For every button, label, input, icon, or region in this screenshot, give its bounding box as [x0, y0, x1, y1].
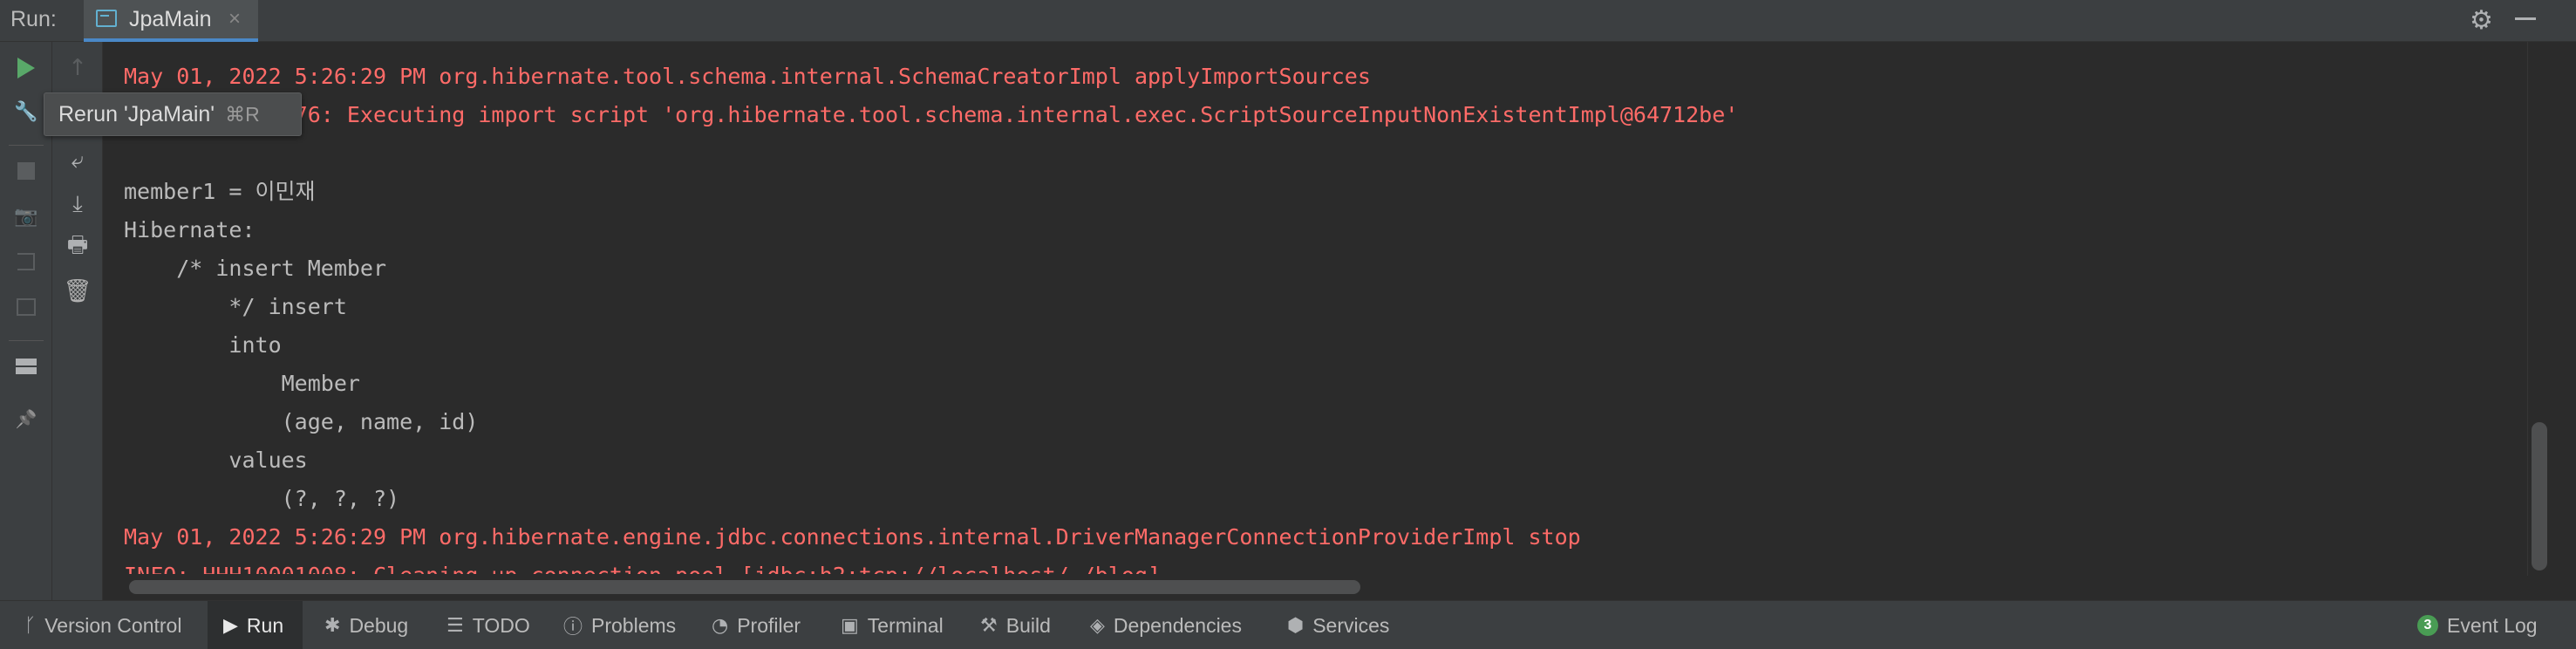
camera-icon: 📷: [14, 205, 38, 228]
soft-wrap-button[interactable]: ⤶: [60, 143, 95, 178]
dump-threads-button[interactable]: 📷: [9, 199, 44, 234]
profiler-icon: ◔: [712, 614, 729, 637]
info-icon: ⓘ: [563, 617, 583, 639]
tab-terminal[interactable]: ▣ Terminal: [841, 601, 944, 649]
terminal-icon: ▣: [841, 614, 859, 637]
run-tool-window-header: Run: JpaMain × ⚙: [0, 0, 2576, 42]
tab-label: Version Control: [44, 613, 182, 637]
toolbar-divider: [9, 340, 44, 341]
event-count-badge: 3: [2417, 615, 2438, 636]
tab-label: Dependencies: [1113, 613, 1242, 637]
tab-label: Profiler: [737, 613, 801, 637]
tool-window-bar: ᚴ Version Control ▶ Run ✱ Debug ☰ TODO ⓘ…: [0, 600, 2576, 649]
console-icon: [96, 10, 117, 27]
tab-label: Event Log: [2447, 613, 2538, 637]
tab-label: Services: [1312, 613, 1390, 637]
play-icon: [17, 58, 35, 79]
soft-wrap-icon: ⤶: [71, 147, 85, 174]
previous-occurrence-button[interactable]: ↑: [60, 51, 95, 85]
modify-run-configuration-button[interactable]: 🔧: [9, 94, 44, 129]
clear-all-button[interactable]: 🗑: [60, 274, 95, 309]
tab-todo[interactable]: ☰ TODO: [446, 601, 530, 649]
branch-icon: ᚴ: [24, 614, 37, 637]
toolbar-divider: [9, 145, 44, 146]
tab-version-control[interactable]: ᚴ Version Control: [24, 601, 181, 649]
tab-label: TODO: [472, 613, 530, 637]
console-line: INFO: HHH10001008: Cleaning up connectio…: [124, 557, 1161, 574]
pin-tab-button[interactable]: 📌: [9, 401, 44, 436]
stop-icon: [17, 162, 35, 180]
trash-icon: 🗑: [63, 278, 92, 304]
rerun-tooltip: Rerun 'JpaMain' ⌘R: [44, 92, 302, 136]
console-output[interactable]: May 01, 2022 5:26:29 PM org.hibernate.to…: [103, 42, 2527, 574]
tab-services[interactable]: ⬢ Services: [1287, 601, 1389, 649]
rerun-button[interactable]: [9, 51, 44, 85]
tab-run[interactable]: ▶ Run: [208, 601, 303, 649]
console-line: May 01, 2022 5:26:29 PM org.hibernate.to…: [124, 64, 1371, 89]
tab-label: Debug: [349, 613, 409, 637]
console-line: member1 = 이민재: [124, 179, 316, 204]
tab-label: Terminal: [867, 613, 944, 637]
tab-event-log[interactable]: 3 Event Log: [2417, 601, 2538, 649]
grid-icon: [16, 359, 37, 374]
stop-button[interactable]: [9, 154, 44, 188]
tab-profiler[interactable]: ◔ Profiler: [712, 601, 801, 649]
tooltip-text: Rerun 'JpaMain': [58, 101, 215, 126]
tab-label: Build: [1005, 613, 1051, 637]
minimize-icon[interactable]: [2515, 17, 2536, 20]
console-line: (?, ?, ?): [124, 486, 400, 511]
run-label: Run:: [10, 7, 57, 31]
console-line: INFO: HHH000476: Executing import script…: [124, 102, 1739, 127]
console-line: Member: [124, 371, 360, 396]
layout-settings-button[interactable]: [9, 349, 44, 384]
exit-button[interactable]: [9, 244, 44, 279]
tab-jpamain[interactable]: JpaMain ×: [84, 0, 258, 42]
horizontal-scrollbar-thumb[interactable]: [129, 580, 1360, 594]
tooltip-shortcut: ⌘R: [225, 102, 260, 126]
tab-problems[interactable]: ⓘ Problems: [563, 601, 676, 649]
close-icon[interactable]: ×: [228, 7, 241, 31]
list-icon: ☰: [446, 614, 464, 637]
hammer-icon: ⚒: [980, 614, 998, 637]
console-line: into: [124, 332, 282, 358]
scroll-to-end-icon: ⤓: [72, 190, 83, 217]
gear-icon[interactable]: ⚙: [2470, 5, 2493, 36]
restore-layout-button[interactable]: [9, 290, 44, 324]
tab-dependencies[interactable]: ◈ Dependencies: [1090, 601, 1242, 649]
scroll-to-end-button[interactable]: ⤓: [60, 187, 95, 222]
tab-label: Problems: [591, 613, 677, 637]
exit-icon: [17, 253, 35, 270]
console-line: Hibernate:: [124, 217, 256, 243]
console-line: (age, name, id): [124, 409, 479, 434]
print-button[interactable]: 🖶: [60, 230, 95, 265]
tab-label: Run: [246, 613, 284, 637]
tab-debug[interactable]: ✱ Debug: [324, 601, 408, 649]
layers-icon: ◈: [1090, 614, 1105, 637]
wrench-icon: 🔧: [14, 100, 38, 123]
console-line: May 01, 2022 5:26:29 PM org.hibernate.en…: [124, 524, 1581, 550]
layout-icon: [17, 298, 36, 316]
tab-build[interactable]: ⚒ Build: [980, 601, 1051, 649]
play-icon: ▶: [223, 614, 238, 637]
console-line: */ insert: [124, 294, 347, 319]
print-icon: 🖶: [66, 232, 89, 258]
services-icon: ⬢: [1287, 614, 1305, 637]
vertical-scrollbar-thumb[interactable]: [2532, 422, 2547, 570]
tab-title: JpaMain: [129, 7, 212, 31]
bug-icon: ✱: [324, 614, 341, 637]
pin-icon: 📌: [15, 408, 37, 429]
up-arrow-icon: ↑: [68, 55, 87, 81]
console-line: /* insert Member: [124, 256, 387, 281]
console-line: values: [124, 447, 308, 473]
